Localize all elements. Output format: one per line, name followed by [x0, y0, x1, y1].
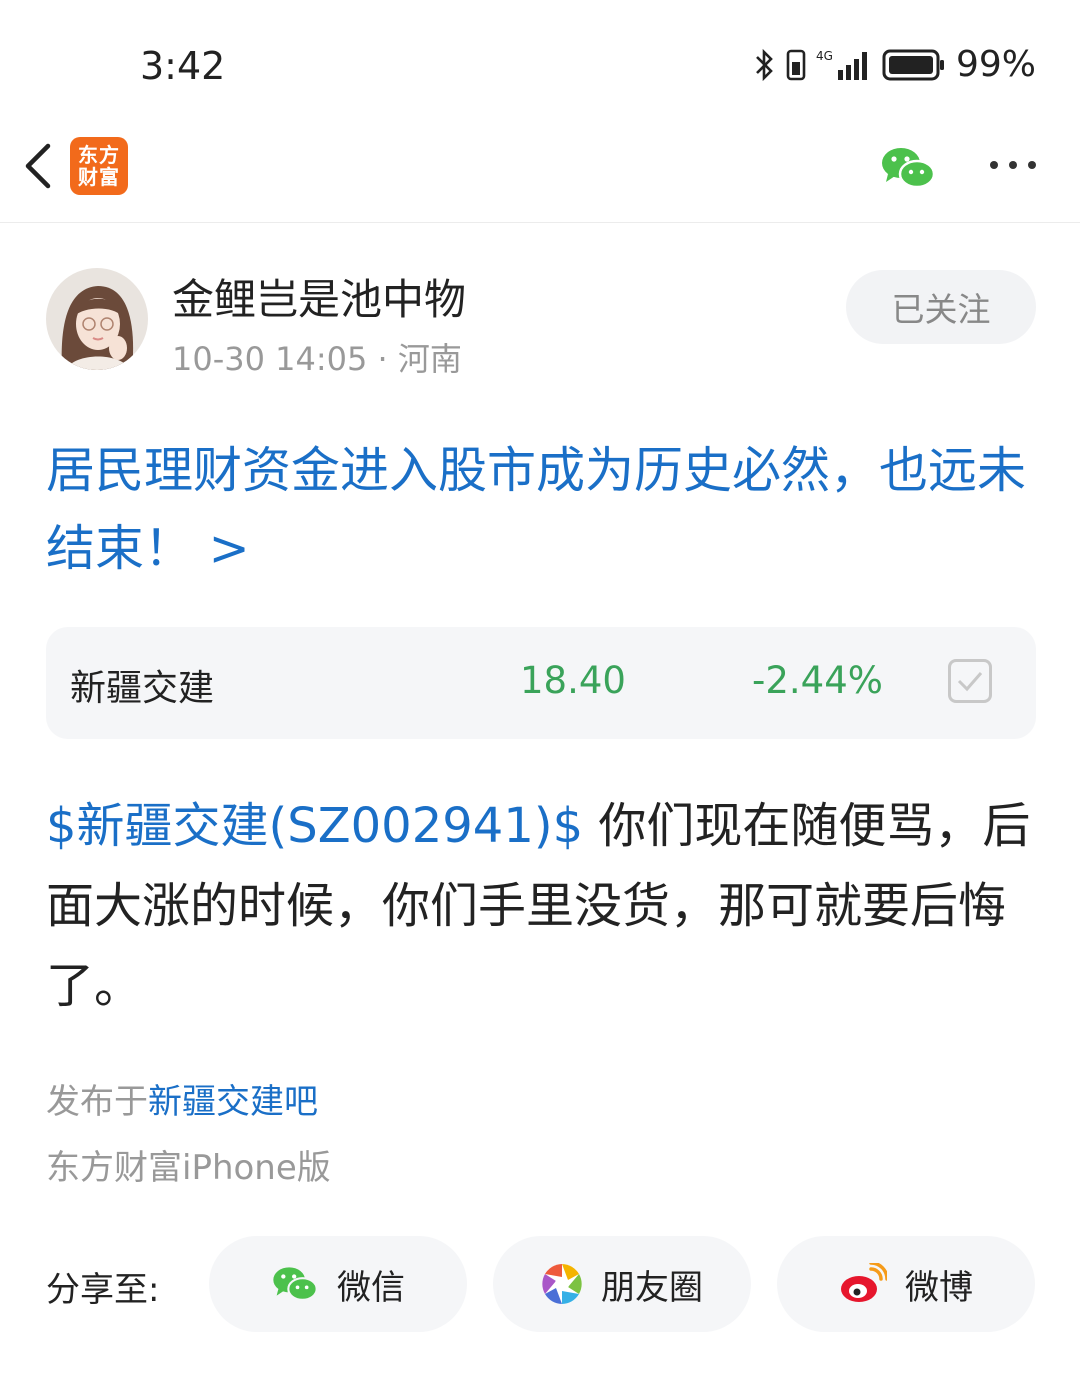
wechat-icon: [273, 1267, 318, 1301]
back-button[interactable]: [18, 138, 66, 194]
wechat-icon: [882, 148, 936, 189]
status-time: 3:42: [140, 44, 226, 88]
check-icon: [957, 672, 983, 692]
share-wechat-button[interactable]: 微信: [209, 1236, 467, 1332]
post-title-link[interactable]: 居民理财资金进入股市成为历史必然，也远未结束！ >: [46, 432, 1040, 588]
forum-link[interactable]: 新疆交建吧: [148, 1082, 318, 1122]
post-meta: 10-30 14:05 · 河南: [172, 340, 462, 378]
share-wechat-label: 微信: [337, 1267, 405, 1308]
stock-change: -2.44%: [752, 659, 883, 702]
logo-text-bottom: 财富: [78, 165, 120, 189]
avatar-image: [46, 268, 148, 370]
weibo-icon: [841, 1263, 887, 1302]
signal-icon: 4G: [816, 49, 867, 80]
author-name[interactable]: 金鲤岂是池中物: [172, 266, 466, 327]
more-dots-icon: [990, 161, 1036, 169]
vibrate-phone-icon: [786, 49, 806, 80]
share-label: 分享至:: [46, 1270, 160, 1310]
stock-name: 新疆交建: [70, 668, 215, 709]
bluetooth-icon: [756, 48, 773, 81]
battery-icon: [882, 49, 944, 80]
published-in: 发布于新疆交建吧: [46, 1074, 318, 1123]
chevron-left-icon: [25, 143, 51, 189]
share-weibo-label: 微博: [905, 1267, 973, 1308]
battery-percent: 99%: [955, 44, 1036, 85]
client-info: 东方财富iPhone版: [46, 1148, 331, 1188]
logo-text-top: 东方: [78, 143, 120, 167]
post-body: $新疆交建(SZ002941)$ 你们现在随便骂，后面大涨的时候，你们手里没货，…: [46, 786, 1040, 1026]
follow-button[interactable]: 已关注: [846, 270, 1036, 344]
add-watchlist-checkbox[interactable]: [948, 659, 992, 703]
share-moments-button[interactable]: 朋友圈: [493, 1236, 751, 1332]
published-prefix: 发布于: [46, 1082, 148, 1122]
wechat-share-button[interactable]: [880, 144, 936, 192]
share-weibo-button[interactable]: 微博: [777, 1236, 1035, 1332]
author-avatar[interactable]: [46, 268, 148, 370]
app-logo[interactable]: 东方 财富: [70, 137, 128, 195]
stock-quote-card[interactable]: 新疆交建 18.40 -2.44%: [46, 627, 1036, 739]
stock-price: 18.40: [520, 659, 626, 702]
top-nav-bar: 东方 财富: [0, 110, 1080, 223]
moments-aperture-icon: [542, 1264, 582, 1304]
more-options-button[interactable]: [986, 150, 1040, 180]
status-icons: 4G 99%: [754, 44, 1036, 85]
share-moments-label: 朋友圈: [601, 1267, 703, 1308]
stock-tag-link[interactable]: $新疆交建(SZ002941)$: [46, 798, 583, 854]
svg-text:4G: 4G: [816, 49, 833, 63]
